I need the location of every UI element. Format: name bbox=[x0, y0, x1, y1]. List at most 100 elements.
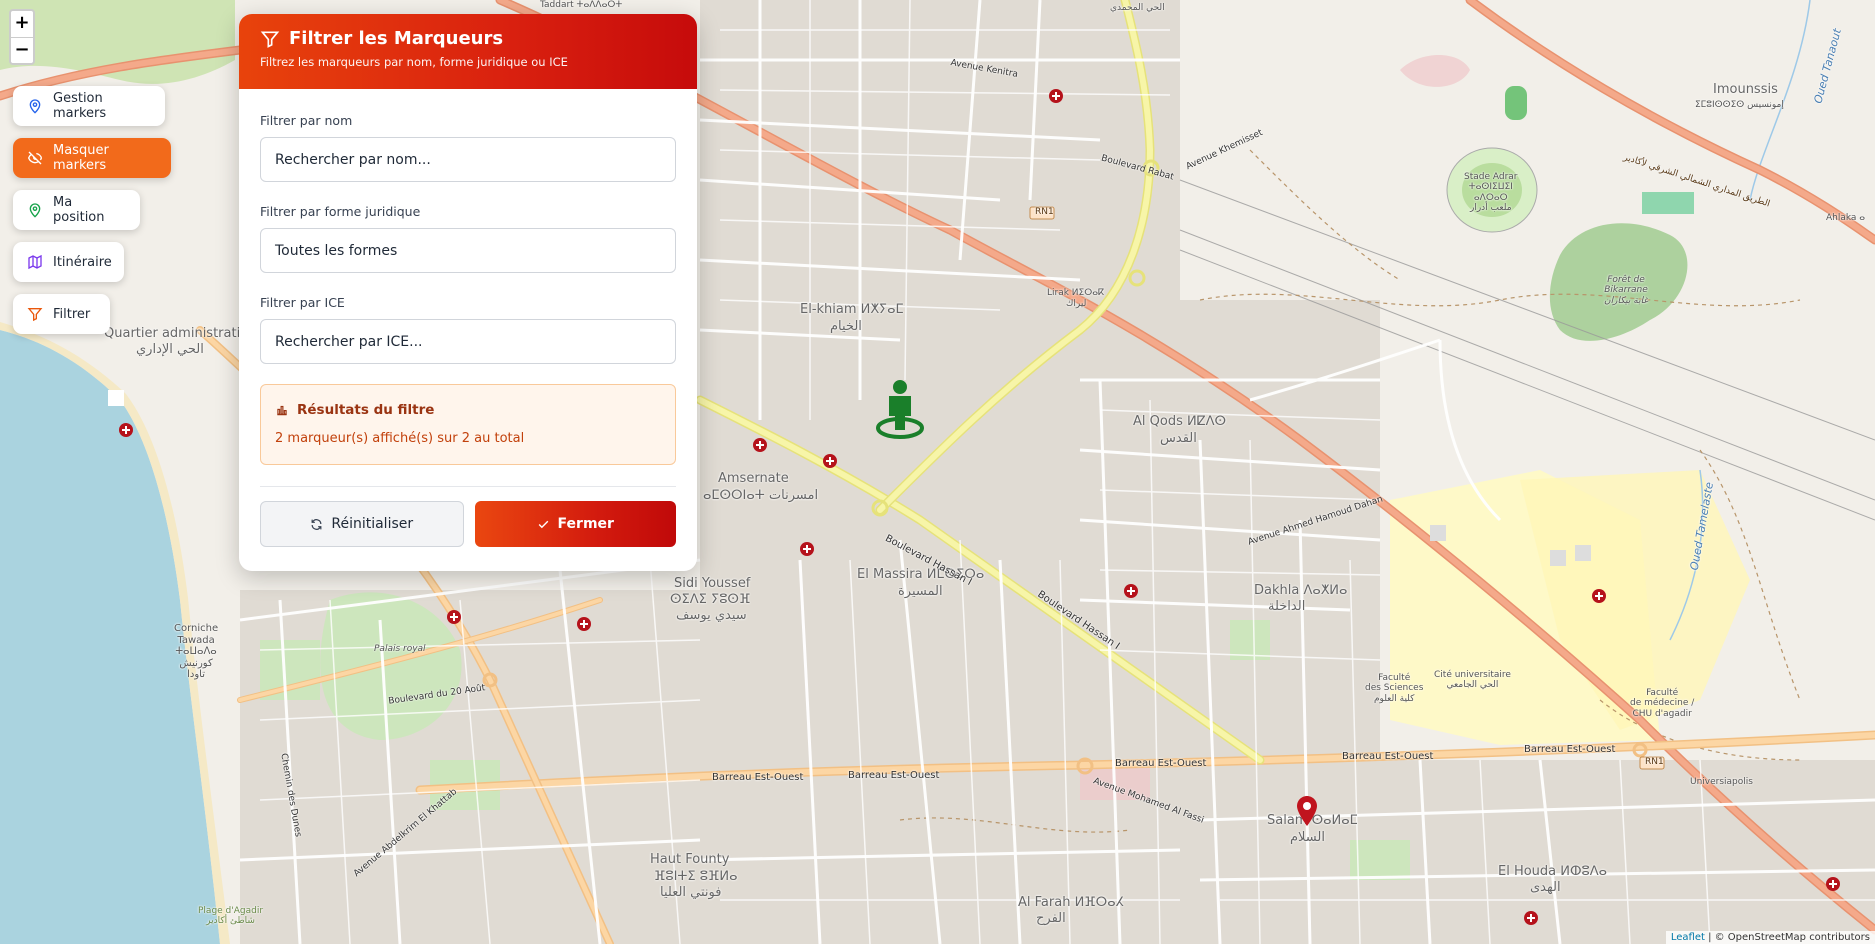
map-pin-icon bbox=[29, 99, 41, 114]
zoom-out-button[interactable]: − bbox=[11, 37, 33, 63]
map-label-amsernate: Amsernate bbox=[718, 471, 789, 486]
map-label-universiapolis: Universiapolis bbox=[1690, 777, 1753, 787]
gestion-markers-button[interactable]: Gestion markers bbox=[13, 86, 165, 126]
legal-form-select[interactable]: Toutes les formes bbox=[260, 228, 676, 273]
map-label-lirak-ar: ليراك bbox=[1066, 299, 1087, 309]
name-filter-label: Filtrer par nom bbox=[260, 113, 353, 128]
map-label-barreau-5: Barreau Est-Ouest bbox=[1524, 744, 1616, 755]
red-map-pin-marker[interactable] bbox=[1297, 796, 1317, 826]
map-label-stade: Stade Adrar ⵜⴰⵙⵏⵉⵡⵉⵏ ⴰⴷⵔⴰⵔ ملعب أدرار bbox=[1464, 172, 1518, 214]
pharmacy-icon[interactable] bbox=[119, 423, 133, 437]
pharmacy-icon[interactable] bbox=[1592, 589, 1606, 603]
map-label-dakhla: Dakhla ⴷⴰⵅⵍⴰ bbox=[1254, 583, 1348, 598]
map-label-el-houda-ar: الهدى bbox=[1530, 880, 1561, 895]
pharmacy-icon[interactable] bbox=[823, 454, 837, 468]
map-label-amsernate-ar: ⴰⵎⵙⵔⵏⴰⵜ امسرنات bbox=[703, 488, 819, 503]
map-label-sidi-youssef-tif: ⵙⵉⴷⵉ ⵢⵓⵙⴼ bbox=[670, 592, 751, 607]
reset-button-label: Réinitialiser bbox=[331, 516, 414, 532]
filter-panel-title: Filtrer les Marqueurs bbox=[289, 28, 504, 49]
panel-divider bbox=[260, 486, 676, 487]
map-label-imounssis-tif: ⵉⵎⵓⵏⵙⵙⵉⵙ إمونسيس bbox=[1695, 100, 1784, 110]
filter-icon bbox=[27, 308, 43, 322]
bar-chart-icon bbox=[277, 405, 287, 416]
ice-filter-input[interactable]: Rechercher par ICE... bbox=[260, 319, 676, 364]
ma-position-button[interactable]: Ma position bbox=[13, 190, 140, 230]
map-label-quartier-admin-ar: الحي الإداري bbox=[136, 342, 204, 357]
filter-results-title: Résultats du filtre bbox=[297, 402, 435, 418]
map-label-barreau-1: Barreau Est-Ouest bbox=[712, 772, 804, 783]
refresh-icon bbox=[311, 518, 322, 530]
map-label-sidi-youssef-ar: سيدي يوسف bbox=[676, 608, 747, 623]
map-label-lirak: Lirak ⵍⵉⵔⴰⴽ bbox=[1047, 288, 1105, 298]
gestion-markers-label: Gestion markers bbox=[53, 91, 107, 121]
close-button[interactable]: Fermer bbox=[474, 501, 676, 547]
zoom-in-button[interactable]: + bbox=[11, 11, 33, 37]
itineraire-button[interactable]: Itinéraire bbox=[13, 242, 124, 282]
map-label-haut-founty-ar: فونتي العليا bbox=[660, 885, 722, 900]
ma-position-label: Ma position bbox=[53, 195, 105, 225]
close-button-label: Fermer bbox=[557, 516, 614, 532]
user-location-marker[interactable] bbox=[874, 378, 926, 442]
map-label-corniche: Corniche Tawada ⵜⴰⵡⴰⴷⴰ كورنيش تاودا bbox=[174, 623, 219, 680]
reset-button[interactable]: Réinitialiser bbox=[260, 501, 464, 547]
pharmacy-icon[interactable] bbox=[1826, 877, 1840, 891]
map-label-cite-univ: Cité universitaire الحي الجامعي bbox=[1434, 670, 1511, 691]
map-label-taddart: Taddart ⵜⴰⴷⴷⴰⵔⵜ bbox=[540, 0, 623, 10]
map-label-rn1-a: RN1 bbox=[1035, 207, 1054, 217]
map-label-haut-founty-tif: ⴼⵓⵏⵜⵉ ⵓⴼⵍⴰ bbox=[654, 869, 738, 884]
map-label-imounssis: Imounssis bbox=[1713, 82, 1778, 97]
filter-panel-subtitle: Filtrez les marqueurs par nom, forme jur… bbox=[260, 55, 568, 69]
filter-panel-header: Filtrer les Marqueurs Filtrez les marque… bbox=[239, 14, 697, 89]
map-label-al-farah-ar: الفرح bbox=[1036, 911, 1066, 926]
map-label-plage: Plage d'Agadir شاطئ أكادير bbox=[198, 906, 264, 927]
eye-off-icon bbox=[27, 151, 43, 165]
leaflet-link[interactable]: Leaflet bbox=[1671, 932, 1705, 943]
map-label-rn1-b: RN1 bbox=[1645, 757, 1664, 767]
map-label-faculte-sciences: Faculté des Sciences كلية العلوم bbox=[1365, 673, 1424, 704]
map-label-al-farah: Al Farah ⵍⴼⵔⴰⵃ bbox=[1018, 895, 1124, 910]
map-label-foret: Forêt de Bikarrane غابة بيكاران bbox=[1604, 275, 1649, 306]
map-label-barreau-3: Barreau Est-Ouest bbox=[1115, 758, 1207, 769]
map-label-salam-ar: السلام bbox=[1290, 830, 1325, 845]
map-label-el-khiam: El-khiam ⵍⵅⵢⴰⵎ bbox=[800, 302, 904, 317]
filter-results-text: 2 marqueur(s) affiché(s) sur 2 au total bbox=[275, 431, 525, 446]
osm-attribution-text: | © OpenStreetMap contributors bbox=[1704, 932, 1870, 943]
ice-filter-label: Filtrer par ICE bbox=[260, 295, 345, 310]
itineraire-label: Itinéraire bbox=[53, 254, 112, 270]
location-icon bbox=[29, 203, 41, 218]
pharmacy-icon[interactable] bbox=[1524, 911, 1538, 925]
filter-results-title-row: Résultats du filtre bbox=[275, 402, 661, 418]
pharmacy-icon[interactable] bbox=[800, 542, 814, 556]
map-label-dakhla-ar: الداخلة bbox=[1268, 599, 1306, 614]
map-label-ahlaka: Ahlaka ⴰ bbox=[1826, 213, 1866, 223]
map-label-quartier-admin: Quartier administratif bbox=[104, 326, 245, 341]
pharmacy-icon[interactable] bbox=[577, 617, 591, 631]
filtrer-label: Filtrer bbox=[53, 306, 91, 322]
masquer-markers-button[interactable]: Masquer markers bbox=[13, 138, 171, 178]
map-icon bbox=[28, 254, 42, 270]
filter-results-box: Résultats du filtre 2 marqueur(s) affich… bbox=[260, 384, 676, 465]
filter-icon bbox=[260, 31, 280, 48]
map-label-el-mohammadi: الحي المحمدي bbox=[1110, 3, 1165, 13]
name-filter-input[interactable]: Rechercher par nom... bbox=[260, 137, 676, 182]
filter-panel-title-row: Filtrer les Marqueurs bbox=[260, 28, 676, 49]
legal-form-filter-label: Filtrer par forme juridique bbox=[260, 204, 421, 219]
filter-panel-body: Filtrer par nom Rechercher par nom... Fi… bbox=[239, 113, 697, 547]
map-label-barreau-2: Barreau Est-Ouest bbox=[848, 770, 940, 781]
map-label-sidi-youssef: Sidi Youssef bbox=[674, 576, 751, 591]
map-label-palais: Palais royal bbox=[374, 644, 426, 654]
map-label-barreau-4: Barreau Est-Ouest bbox=[1342, 751, 1434, 762]
zoom-control: + − bbox=[9, 9, 35, 65]
filter-panel: Filtrer les Marqueurs Filtrez les marque… bbox=[239, 14, 697, 571]
pharmacy-icon[interactable] bbox=[1124, 584, 1138, 598]
map-label-haut-founty: Haut Founty bbox=[650, 852, 730, 867]
map-label-faculte-medecine: Faculté de médecine / CHU d'agadir bbox=[1630, 688, 1695, 719]
map-label-al-qods-ar: القدس bbox=[1160, 431, 1197, 446]
masquer-markers-label: Masquer markers bbox=[53, 143, 109, 173]
check-icon bbox=[538, 520, 548, 528]
map-label-al-qods: Al Qods ⵍⵇⴷⵙ bbox=[1133, 414, 1227, 429]
pharmacy-icon[interactable] bbox=[447, 610, 461, 624]
pharmacy-icon[interactable] bbox=[1049, 89, 1063, 103]
filtrer-button[interactable]: Filtrer bbox=[13, 294, 110, 334]
pharmacy-icon[interactable] bbox=[753, 438, 767, 452]
